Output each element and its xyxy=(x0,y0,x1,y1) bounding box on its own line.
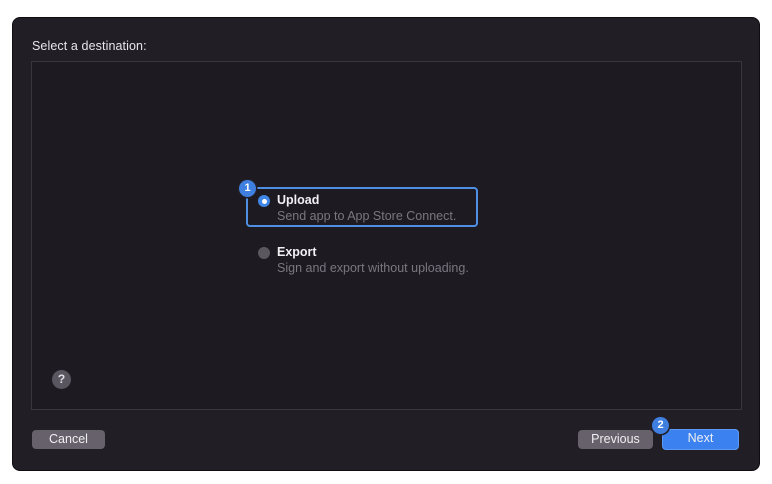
previous-button[interactable]: Previous xyxy=(578,430,653,449)
option-upload[interactable]: Upload Send app to App Store Connect. xyxy=(253,188,493,228)
options-panel: Upload Send app to App Store Connect. Ex… xyxy=(31,61,742,410)
dialog-heading: Select a destination: xyxy=(32,39,147,53)
cancel-button[interactable]: Cancel xyxy=(32,430,105,449)
step-badge-1: 1 xyxy=(239,180,256,197)
upload-title: Upload xyxy=(277,193,320,207)
export-radio[interactable] xyxy=(258,247,270,259)
destination-dialog: Select a destination: Upload Send app to… xyxy=(13,18,759,470)
export-subtitle: Sign and export without uploading. xyxy=(277,261,469,275)
help-button[interactable]: ? xyxy=(52,370,71,389)
step-badge-2: 2 xyxy=(652,417,669,434)
option-export[interactable]: Export Sign and export without uploading… xyxy=(253,240,493,280)
export-title: Export xyxy=(277,245,317,259)
upload-radio[interactable] xyxy=(258,195,270,207)
next-button[interactable]: Next xyxy=(662,429,739,450)
upload-subtitle: Send app to App Store Connect. xyxy=(277,209,457,223)
